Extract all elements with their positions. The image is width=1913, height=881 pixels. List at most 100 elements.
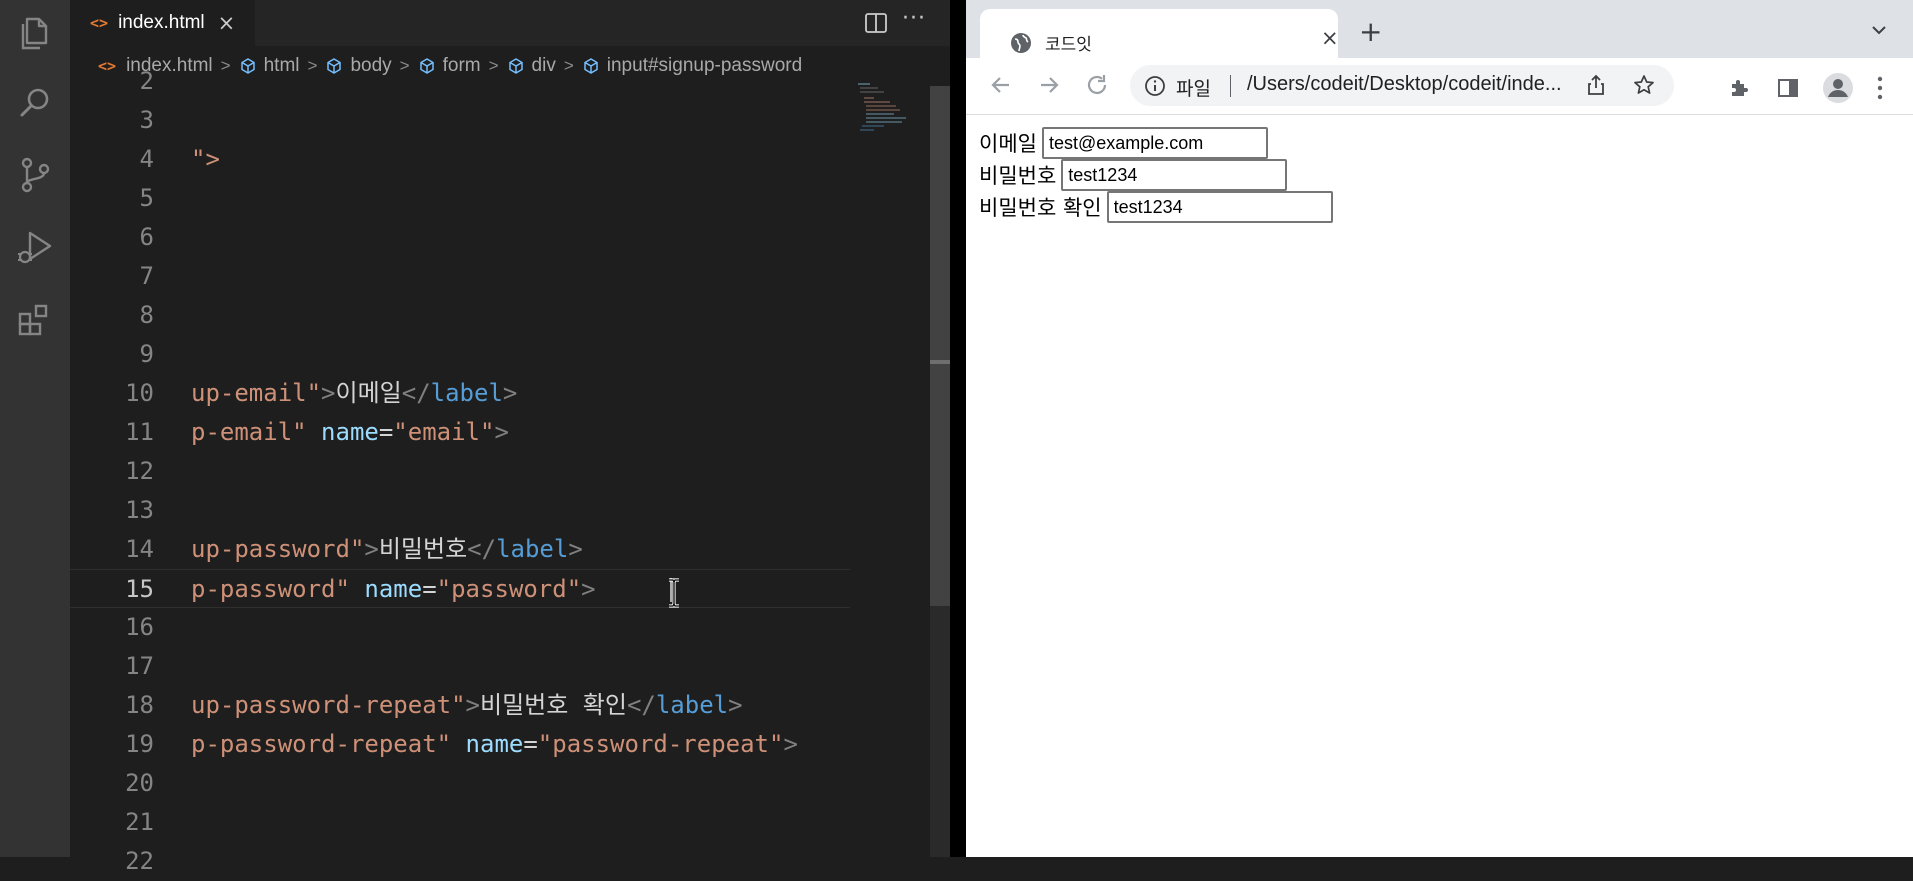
source-control-icon[interactable] [14, 154, 56, 196]
address-bar[interactable]: 파일 /Users/codeit/Desktop/codeit/inde... [1130, 65, 1674, 106]
code-line[interactable]: 18 up-password-repeat">비밀번호 확인</label> [70, 686, 850, 725]
close-icon[interactable]: × [1321, 28, 1339, 49]
code-token: > [728, 691, 743, 719]
line-number: 8 [139, 301, 154, 329]
code-line[interactable]: 12 [70, 452, 850, 491]
vscode-window: <> index.html × ··· <> index.html > html… [0, 0, 950, 875]
side-panel-icon[interactable] [1776, 76, 1800, 100]
form-row-password: 비밀번호 [979, 159, 1288, 191]
scrollbar-marker [930, 360, 950, 364]
line-number: 18 [125, 691, 154, 719]
extensions-puzzle-icon[interactable] [1728, 76, 1752, 100]
password-label: 비밀번호 [979, 164, 1057, 188]
line-number: 4 [139, 145, 154, 173]
code-token: > [502, 379, 518, 407]
line-number: 14 [125, 535, 154, 563]
minimap[interactable] [850, 80, 930, 160]
editor-area: <> index.html × ··· <> index.html > html… [70, 0, 950, 875]
new-tab-icon[interactable]: + [1359, 18, 1382, 46]
code-token: 이메일 [335, 379, 402, 407]
code-token: label [496, 535, 569, 563]
code-line[interactable]: 8 [70, 296, 850, 335]
code-line[interactable]: 17 [70, 647, 850, 686]
browser-tab[interactable]: 코드잇 × [980, 9, 1339, 58]
explorer-icon[interactable] [14, 12, 56, 54]
code-text: "> [191, 145, 220, 173]
code-token: p-password-repeat" [191, 730, 452, 758]
code-line[interactable]: 14 up-password">비밀번호</label> [70, 530, 850, 569]
code-line[interactable]: 16 [70, 608, 850, 647]
browser-tab-title: 코드잇 [1045, 35, 1092, 54]
code-token: > [321, 379, 336, 407]
line-number: 15 [125, 575, 154, 603]
code-token: up-password-repeat" [191, 691, 466, 719]
close-icon[interactable]: × [218, 12, 236, 34]
code-token: > [783, 730, 798, 758]
back-icon[interactable] [988, 72, 1014, 98]
line-number: 13 [125, 496, 154, 524]
code-line[interactable]: 19 p-password-repeat" name="password-repe… [70, 725, 850, 764]
line-number: 9 [139, 340, 154, 368]
code-token: "password" [436, 575, 582, 603]
search-icon[interactable] [14, 82, 56, 124]
address-url[interactable]: /Users/codeit/Desktop/codeit/inde... [1247, 73, 1562, 96]
code-token: = [378, 418, 394, 446]
code-token: </ [626, 691, 656, 719]
code-text: up-password-repeat">비밀번호 확인</label> [191, 686, 743, 725]
code-token: "email" [393, 418, 495, 446]
code-line[interactable]: 11 p-email" name="email"> [70, 413, 850, 452]
code-line[interactable]: 22 [70, 842, 850, 881]
line-number: 10 [125, 379, 154, 407]
web-page-content: 이메일 비밀번호 비밀번호 확인 [966, 115, 1913, 857]
scrollbar-thumb[interactable] [930, 86, 950, 606]
line-number: 16 [125, 613, 154, 641]
code-line[interactable]: 2 [70, 62, 850, 101]
code-text: up-password">비밀번호</label> [191, 530, 583, 569]
code-token: 비밀번호 확인 [480, 691, 627, 719]
password-field[interactable] [1061, 159, 1288, 191]
code-token: 비밀번호 [378, 535, 468, 563]
code-token: label [655, 691, 729, 719]
line-number: 2 [139, 67, 154, 95]
email-field[interactable] [1041, 127, 1268, 159]
html-file-icon: <> [90, 14, 109, 32]
bookmark-star-icon[interactable] [1633, 74, 1655, 96]
forward-icon[interactable] [1036, 72, 1062, 98]
password-repeat-label: 비밀번호 확인 [979, 196, 1102, 220]
share-icon[interactable] [1585, 74, 1607, 96]
code-line[interactable]: 15 p-password" name="password"> [70, 569, 850, 608]
line-number: 5 [139, 184, 154, 212]
code-token: > [364, 535, 379, 563]
reload-icon[interactable] [1084, 72, 1110, 98]
code-line[interactable]: 9 [70, 335, 850, 374]
code-text: p-password" name="password"> [191, 570, 596, 609]
code-line[interactable]: 3 [70, 101, 850, 140]
editor-tab-index-html[interactable]: <> index.html × [70, 0, 255, 46]
line-number: 19 [125, 730, 154, 758]
code-line[interactable]: 5 [70, 179, 850, 218]
line-number: 17 [125, 652, 154, 680]
chevron-down-icon[interactable] [1871, 25, 1887, 35]
code-line[interactable]: 10 up-email">이메일</label> [70, 374, 850, 413]
code-text: p-email" name="email"> [191, 413, 509, 452]
split-editor-icon[interactable] [863, 10, 889, 36]
line-number: 12 [125, 457, 154, 485]
kebab-menu-icon[interactable] [1874, 74, 1886, 102]
browser-toolbar: 파일 /Users/codeit/Desktop/codeit/inde... [966, 58, 1913, 115]
code-line[interactable]: 4 "> [70, 140, 850, 179]
run-debug-icon[interactable] [14, 226, 56, 268]
extensions-icon[interactable] [14, 300, 56, 342]
address-scheme-label: 파일 [1176, 79, 1211, 100]
code-editor[interactable]: 2 3 4 "> 5 6 7 8 9 10 up-email">이메일</label> 11 p-ema… [70, 67, 850, 875]
code-line[interactable]: 21 [70, 803, 850, 842]
code-line[interactable]: 6 [70, 218, 850, 257]
code-line[interactable]: 7 [70, 257, 850, 296]
password-repeat-field[interactable] [1106, 191, 1333, 223]
code-token: p-email" [191, 418, 307, 446]
more-actions-icon[interactable]: ··· [902, 6, 926, 31]
code-line[interactable]: 20 [70, 764, 850, 803]
vertical-scrollbar[interactable] [930, 86, 950, 857]
info-icon[interactable] [1144, 75, 1166, 97]
code-line[interactable]: 13 [70, 491, 850, 530]
profile-avatar-icon[interactable] [1822, 72, 1854, 104]
